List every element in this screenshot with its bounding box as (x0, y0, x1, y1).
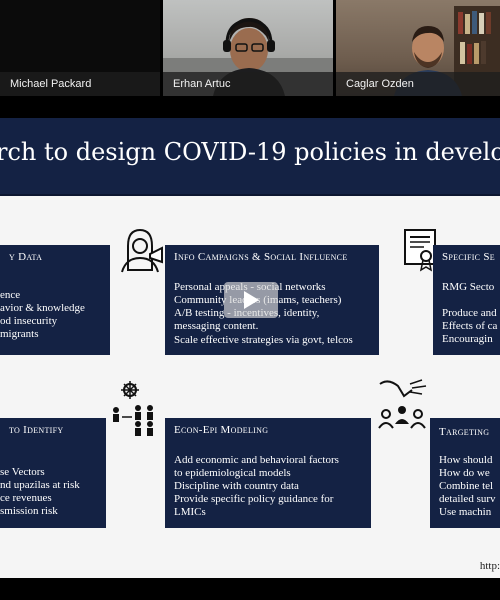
card-line: od insecurity (0, 315, 58, 327)
card-title: to Identify (9, 424, 64, 436)
card-line: Encouragin (442, 333, 493, 345)
card-targeting: Targeting How should How do we Combine t… (430, 418, 500, 528)
card-title: y Data (9, 251, 43, 263)
card-line: Combine tel (439, 480, 494, 492)
play-icon (244, 291, 259, 309)
card-econ-epi: Econ-Epi Modeling Add economic and behav… (165, 418, 371, 528)
shared-slide: rch to design COVID-19 policies in devel… (0, 118, 500, 578)
participant-tile-michael[interactable]: Michael Packard (0, 0, 160, 96)
card-data: y Data ence avior & knowledge od insecur… (0, 245, 110, 355)
card-line: Use machin (439, 506, 492, 518)
card-line: Produce and (442, 307, 497, 319)
card-title: Econ-Epi Modeling (174, 424, 269, 436)
card-line: nd upazilas at risk (0, 479, 80, 491)
hijab-person-megaphone-icon (118, 224, 166, 274)
hand-selecting-people-icon (374, 376, 430, 432)
card-line: How should (439, 454, 493, 466)
slide-title: rch to design COVID-19 policies in devel… (0, 138, 500, 166)
card-line: Scale effective strategies via govt, tel… (174, 334, 353, 346)
virus-spread-people-icon (108, 380, 164, 436)
play-button[interactable] (224, 282, 278, 318)
card-line: smission risk (0, 505, 58, 517)
card-line: Effects of ca (442, 320, 498, 332)
participant-name: Michael Packard (0, 72, 160, 96)
card-title: Info Campaigns & Social Influence (174, 251, 348, 263)
card-title: Specific Se (442, 251, 495, 263)
card-line: ence (0, 289, 21, 301)
card-line: messaging content. (174, 320, 259, 332)
card-identify: to Identify se Vectors nd upazilas at ri… (0, 418, 106, 528)
participant-name: Erhan Artuc (163, 72, 333, 96)
card-line: Discipline with country data (174, 480, 299, 492)
card-line: How do we (439, 467, 490, 479)
card-line: to epidemiological models (174, 467, 291, 479)
card-line: avior & knowledge (0, 302, 85, 314)
card-specific: Specific Se RMG Secto Produce and Effect… (433, 245, 500, 355)
participant-tile-caglar[interactable]: Caglar Ozden (336, 0, 500, 96)
card-line: LMICs (174, 506, 206, 518)
card-line: detailed surv (439, 493, 496, 505)
participant-name: Caglar Ozden (336, 72, 500, 96)
slide-title-bar: rch to design COVID-19 policies in devel… (0, 118, 500, 196)
card-line: migrants (0, 328, 39, 340)
participant-tile-erhan[interactable]: Erhan Artuc (163, 0, 333, 96)
card-line: ce revenues (0, 492, 52, 504)
card-title: Targeting (439, 426, 490, 438)
slide-url: http: (479, 560, 500, 572)
card-line: se Vectors (0, 466, 45, 478)
card-line: Provide specific policy guidance for (174, 493, 334, 505)
card-line: Add economic and behavioral factors (174, 454, 339, 466)
card-line: RMG Secto (442, 281, 495, 293)
